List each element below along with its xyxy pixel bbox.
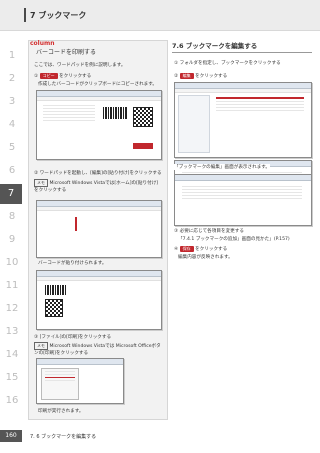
note-tag: メモ [34,342,48,350]
chapter-index-item[interactable]: 2 [3,69,21,89]
right-step2: ② 編集 をクリックする [174,73,227,79]
window-titlebar [175,175,311,181]
page-number: 160 [0,430,22,442]
section-title: 7.6 ブックマークを編集する [172,40,312,53]
window-menubar [37,97,161,101]
folder-tree [178,95,210,153]
chapter-index-item-active[interactable]: 7 [0,184,22,204]
right-step4-result: 編集内容が反映されます。 [178,255,233,260]
note-text: Microsoft Windows Vistaでは[ホーム]の[貼り付け]をクリ… [34,181,159,193]
paste-cursor [75,217,77,231]
step-number: ③ [174,229,179,234]
column-label: column [30,40,55,47]
chapter-index-item[interactable]: 11 [3,276,21,296]
form-area [40,103,98,153]
step-number: ① [174,61,179,66]
copy-button-highlight[interactable] [133,143,153,149]
column-intro: ここでは、ワードパッドを例に説明します。 [34,63,126,68]
right-step3-desc: 「7.4.1 ブックマークの追加」画面の見かた」(P.157) [178,237,290,242]
chapter-title: 7 ブックマーク [30,11,87,20]
print-menu-screenshot [36,358,124,404]
wordpad-screenshot [36,200,162,258]
chapter-index-item[interactable]: 12 [3,299,21,319]
pasted-qr-code [45,299,63,317]
column-step2: ② ワードパッドを起動し、[編集]の[貼り付け]をクリックする [34,170,162,176]
bookmark-form-screenshot [174,174,312,226]
file-menu [41,368,79,400]
column-step3-result: 印刷が実行されます。 [38,409,84,414]
step-text: [ファイル]の[印刷]をクリックする [39,335,112,340]
chapter-index-item[interactable]: 13 [3,322,21,342]
step-text: をクリックする [195,247,228,252]
form-fields [179,184,305,220]
bookmark-list-screenshot [174,82,312,158]
note-text: Microsoft Windows Vistaでは Microsoft Offi… [34,344,161,356]
column-step2-note: メモ Microsoft Windows Vistaでは[ホーム]の[貼り付け]… [34,179,162,193]
bookmark-items [213,95,307,151]
step-number: ① [34,74,39,79]
step-number: ③ [34,335,39,340]
chapter-index: 1 2 3 4 5 6 7 8 9 10 11 12 13 14 15 16 [0,46,22,418]
step-text: ワードパッドを起動し、[編集]の[貼り付け]をクリックする [39,171,162,176]
step-number: ② [34,171,39,176]
right-step3: ③ 必要に応じて各項目を変更する [174,228,244,234]
window-titlebar [37,359,123,365]
step-text: をクリックする [195,74,228,79]
column-step1: ① コピー をクリックする [34,73,91,79]
pasted-barcode [45,285,67,295]
column-title: バーコードを印刷する [36,49,97,56]
step-text: フォルダを指定し、ブックマークをクリックする [179,61,281,66]
window-menubar [175,89,311,93]
step-text: 必要に応じて各項目を変更する [179,229,244,234]
right-step1: ① フォルダを指定し、ブックマークをクリックする [174,60,281,66]
window-menubar [37,207,161,211]
note-tag: メモ [34,179,48,187]
chapter-index-item[interactable]: 1 [3,46,21,66]
step-number: ④ [174,247,179,252]
chapter-index-item[interactable]: 9 [3,230,21,250]
column-step3: ③ [ファイル]の[印刷]をクリックする [34,334,162,340]
chapter-index-item[interactable]: 6 [3,161,21,181]
chapter-index-item[interactable]: 10 [3,253,21,273]
window-menubar [37,277,161,281]
chapter-marker [24,8,26,22]
step-text: をクリックする [59,74,92,79]
barcode-app-screenshot [36,90,162,160]
step-number: ② [174,74,179,79]
wordpad-pasted-screenshot [36,270,162,330]
footer-text: 7. 6 ブックマークを編集する [30,434,97,440]
chapter-index-item[interactable]: 16 [3,391,21,411]
qr-code-image [133,107,153,127]
right-step2-result: 「ブックマークの編集」画面が表示されます。 [174,164,271,170]
chapter-index-item[interactable]: 8 [3,207,21,227]
column-step3-note: メモ Microsoft Windows Vistaでは Microsoft O… [34,342,162,356]
copy-button[interactable]: コピー [39,73,58,79]
save-button[interactable]: 保存 [179,246,194,252]
chapter-index-item[interactable]: 14 [3,345,21,365]
edit-button[interactable]: 編集 [179,73,194,79]
right-step4: ④ 保存 をクリックする [174,246,227,252]
chapter-index-item[interactable]: 3 [3,92,21,112]
column-step2-result: バーコードが貼り付けられます。 [38,261,107,266]
chapter-index-item[interactable]: 4 [3,115,21,135]
chapter-index-item[interactable]: 5 [3,138,21,158]
barcode-image [103,107,127,119]
column-step1-desc: 作成したバーコードがクリップボードにコピーされます。 [38,82,157,87]
chapter-index-item[interactable]: 15 [3,368,21,388]
